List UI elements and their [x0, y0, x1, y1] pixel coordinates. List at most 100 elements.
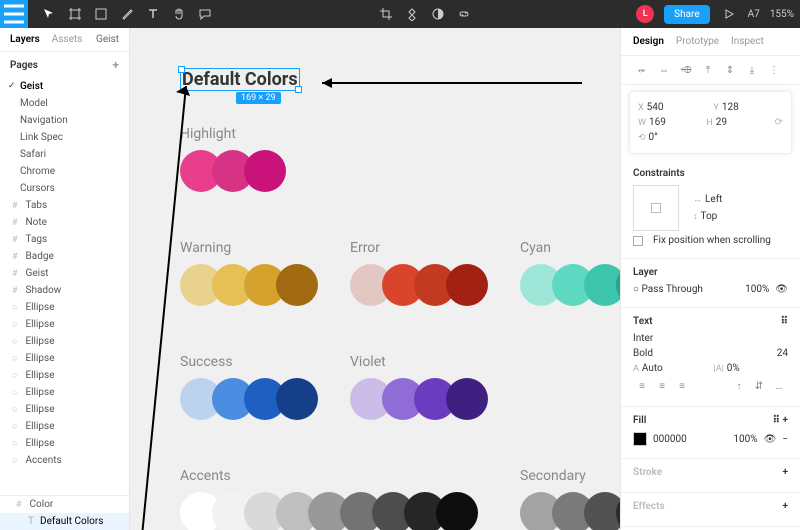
color-swatch[interactable] — [584, 264, 620, 306]
zoom-preset[interactable]: A7 — [748, 9, 760, 20]
present-icon[interactable] — [720, 5, 738, 23]
layer-frame[interactable]: Shadow — [0, 282, 129, 299]
layer-ellipse[interactable]: Ellipse — [0, 299, 129, 316]
color-swatch[interactable] — [446, 378, 488, 420]
color-swatch[interactable] — [276, 378, 318, 420]
align-hcenter-icon[interactable]: ⇔ — [655, 62, 673, 78]
move-tool-icon[interactable] — [40, 5, 58, 23]
color-swatch[interactable] — [436, 492, 478, 530]
layer-frame[interactable]: Badge — [0, 248, 129, 265]
align-top-icon[interactable]: ⤒ — [699, 62, 717, 78]
layer-ellipse[interactable]: Ellipse — [0, 401, 129, 418]
align-left-icon[interactable]: ⬰ — [633, 62, 651, 78]
fill-opacity[interactable]: 100% — [733, 434, 757, 445]
tab-assets[interactable]: Assets — [52, 34, 83, 45]
layer-text-selected[interactable]: TDefault Colors — [0, 513, 129, 530]
layer-ellipse[interactable]: Ellipse — [0, 316, 129, 333]
layer-ellipse[interactable]: Ellipse — [0, 384, 129, 401]
layer-ellipse[interactable]: Ellipse — [0, 350, 129, 367]
page-item[interactable]: Chrome — [0, 163, 129, 180]
selected-text-node[interactable]: Default Colors — [180, 68, 300, 91]
page-item[interactable]: Cursors — [0, 180, 129, 197]
line-height[interactable]: Auto — [642, 363, 663, 374]
text-align-right-icon[interactable]: ≡ — [673, 378, 691, 394]
layer-ellipse[interactable]: Accents — [0, 452, 129, 469]
main-menu-button[interactable] — [0, 0, 28, 28]
fill-color-swatch[interactable] — [633, 432, 647, 446]
letter-spacing[interactable]: 0% — [727, 363, 740, 374]
layer-frame[interactable]: Tags — [0, 231, 129, 248]
link-wh-icon[interactable]: ⟳ — [775, 117, 783, 128]
layer-ellipse[interactable]: Ellipse — [0, 435, 129, 452]
page-item[interactable]: Geist — [0, 78, 129, 95]
page-item[interactable]: Model — [0, 95, 129, 112]
file-menu[interactable]: Geist — [96, 34, 119, 45]
layer-frame[interactable]: Note — [0, 214, 129, 231]
color-swatch[interactable] — [446, 264, 488, 306]
add-fill-button[interactable]: + — [783, 415, 789, 426]
blend-mode[interactable]: ○ Pass Through — [633, 284, 703, 295]
mask-icon[interactable] — [429, 5, 447, 23]
text-tool-icon[interactable] — [144, 5, 162, 23]
layer-opacity[interactable]: 100% — [745, 284, 769, 295]
text-align-top-icon[interactable]: ↑ — [730, 378, 748, 394]
pos-h[interactable]: 29 — [716, 117, 727, 128]
crop-icon[interactable] — [377, 5, 395, 23]
constraint-h[interactable]: Left — [705, 194, 722, 205]
page-item[interactable]: Navigation — [0, 112, 129, 129]
tab-prototype[interactable]: Prototype — [676, 36, 719, 47]
visibility-icon[interactable]: 👁 — [775, 284, 788, 295]
pos-x[interactable]: 540 — [647, 102, 664, 113]
constraints-widget[interactable] — [633, 185, 679, 231]
pos-y[interactable]: 128 — [722, 102, 739, 113]
comment-tool-icon[interactable] — [196, 5, 214, 23]
fix-position-checkbox[interactable] — [633, 236, 643, 246]
shape-tool-icon[interactable] — [92, 5, 110, 23]
align-vcenter-icon[interactable]: ⇕ — [721, 62, 739, 78]
text-more-icon[interactable]: … — [770, 378, 788, 394]
add-stroke-button[interactable]: + — [783, 467, 789, 478]
tab-layers[interactable]: Layers — [10, 34, 40, 45]
text-align-center-icon[interactable]: ≡ — [653, 378, 671, 394]
distribute-icon[interactable]: ⋮ — [765, 62, 783, 78]
remove-fill-icon[interactable]: − — [782, 434, 788, 445]
pos-rotation[interactable]: 0° — [649, 132, 658, 143]
color-swatch[interactable] — [244, 150, 286, 192]
tab-design[interactable]: Design — [633, 36, 664, 47]
canvas[interactable]: Default Colors 169 × 29 Highlight Warnin… — [130, 28, 620, 530]
text-style-icon[interactable]: ⠿ — [781, 316, 788, 327]
font-weight[interactable]: Bold — [633, 348, 653, 359]
add-page-button[interactable]: + — [112, 58, 119, 72]
tab-inspect[interactable]: Inspect — [731, 36, 764, 47]
visibility-icon[interactable]: 👁 — [764, 434, 777, 445]
color-swatch[interactable] — [276, 264, 318, 306]
text-align-middle-icon[interactable]: ⇵ — [750, 378, 768, 394]
fill-style-icon[interactable]: ⠿ — [773, 415, 780, 426]
page-item[interactable]: Safari — [0, 146, 129, 163]
pen-tool-icon[interactable] — [118, 5, 136, 23]
fill-hex[interactable]: 000000 — [653, 434, 687, 445]
share-button[interactable]: Share — [664, 5, 709, 24]
layer-frame[interactable]: Geist — [0, 265, 129, 282]
layer-ellipse[interactable]: Ellipse — [0, 367, 129, 384]
frame-tool-icon[interactable] — [66, 5, 84, 23]
add-effect-button[interactable]: + — [783, 501, 789, 512]
link-icon[interactable] — [455, 5, 473, 23]
align-right-icon[interactable]: ⬲ — [677, 62, 695, 78]
font-size[interactable]: 24 — [777, 348, 788, 359]
component-icon[interactable] — [403, 5, 421, 23]
zoom-level[interactable]: 155% — [770, 9, 794, 20]
user-avatar[interactable]: L — [636, 5, 654, 23]
layer-frame[interactable]: Tabs — [0, 197, 129, 214]
pos-w[interactable]: 169 — [649, 117, 666, 128]
layer-ellipse[interactable]: Ellipse — [0, 333, 129, 350]
hand-tool-icon[interactable] — [170, 5, 188, 23]
font-family[interactable]: Inter — [633, 333, 653, 344]
color-swatch[interactable] — [584, 492, 620, 530]
page-item[interactable]: Link Spec — [0, 129, 129, 146]
layer-frame-color[interactable]: Color — [0, 496, 129, 513]
layer-ellipse[interactable]: Ellipse — [0, 418, 129, 435]
align-bottom-icon[interactable]: ⤓ — [743, 62, 761, 78]
constraint-v[interactable]: Top — [701, 211, 718, 222]
text-align-left-icon[interactable]: ≡ — [633, 378, 651, 394]
